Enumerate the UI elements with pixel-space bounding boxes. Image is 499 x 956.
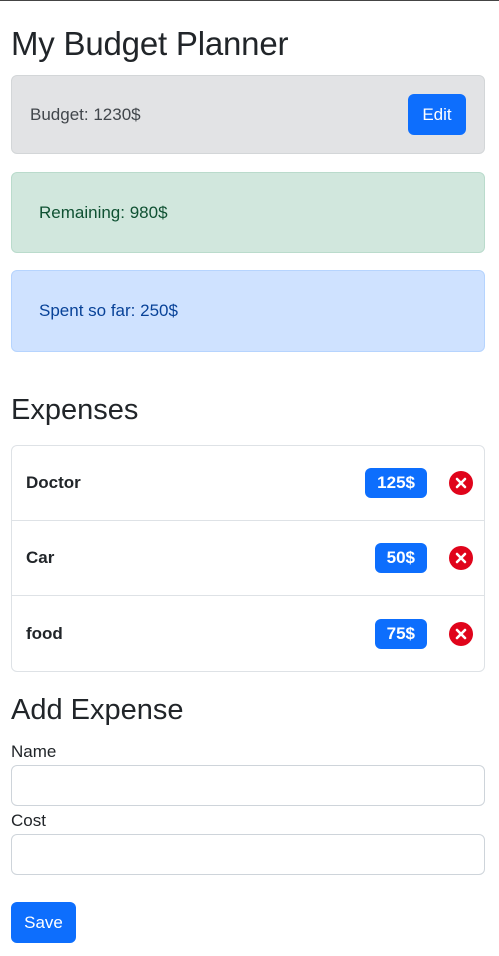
expenses-title: Expenses [11, 394, 139, 426]
close-icon [455, 477, 467, 489]
budget-text: Budget: 1230$ [30, 104, 141, 124]
expense-item: Car 50$ [12, 521, 484, 596]
expense-name: Car [26, 548, 55, 567]
page-title: My Budget Planner [11, 25, 289, 62]
expense-name: food [26, 623, 63, 643]
expense-name: Doctor [26, 473, 81, 492]
expense-list: Doctor 125$ Car 50$ food 75$ [11, 445, 485, 672]
spent-card: Spent so far: 250$ [11, 270, 485, 352]
cost-label: Cost [11, 811, 46, 830]
close-icon [455, 628, 467, 639]
delete-expense-icon[interactable] [449, 471, 473, 495]
expense-cost-badge: 125$ [365, 468, 427, 498]
expense-cost-badge: 50$ [374, 543, 427, 573]
budget-card: Budget: 1230$ Edit [11, 75, 485, 154]
expense-item: food 75$ [12, 596, 484, 671]
cost-input[interactable] [11, 834, 485, 875]
delete-expense-icon[interactable] [449, 546, 473, 570]
edit-budget-button[interactable]: Edit [408, 94, 466, 135]
app-container: My Budget Planner Budget: 1230$ Edit Rem… [0, 24, 499, 943]
delete-expense-icon[interactable] [449, 621, 473, 646]
name-label: Name [11, 742, 57, 761]
expense-cost-badge: 75$ [374, 618, 427, 649]
remaining-text: Remaining: 980$ [39, 202, 168, 222]
save-button[interactable]: Save [11, 902, 76, 943]
add-expense-title: Add Expense [11, 694, 184, 726]
remaining-card: Remaining: 980$ [11, 172, 485, 253]
spent-text: Spent so far: 250$ [39, 301, 178, 320]
expense-item: Doctor 125$ [12, 446, 484, 521]
close-icon [455, 552, 467, 564]
name-input[interactable] [11, 765, 485, 806]
